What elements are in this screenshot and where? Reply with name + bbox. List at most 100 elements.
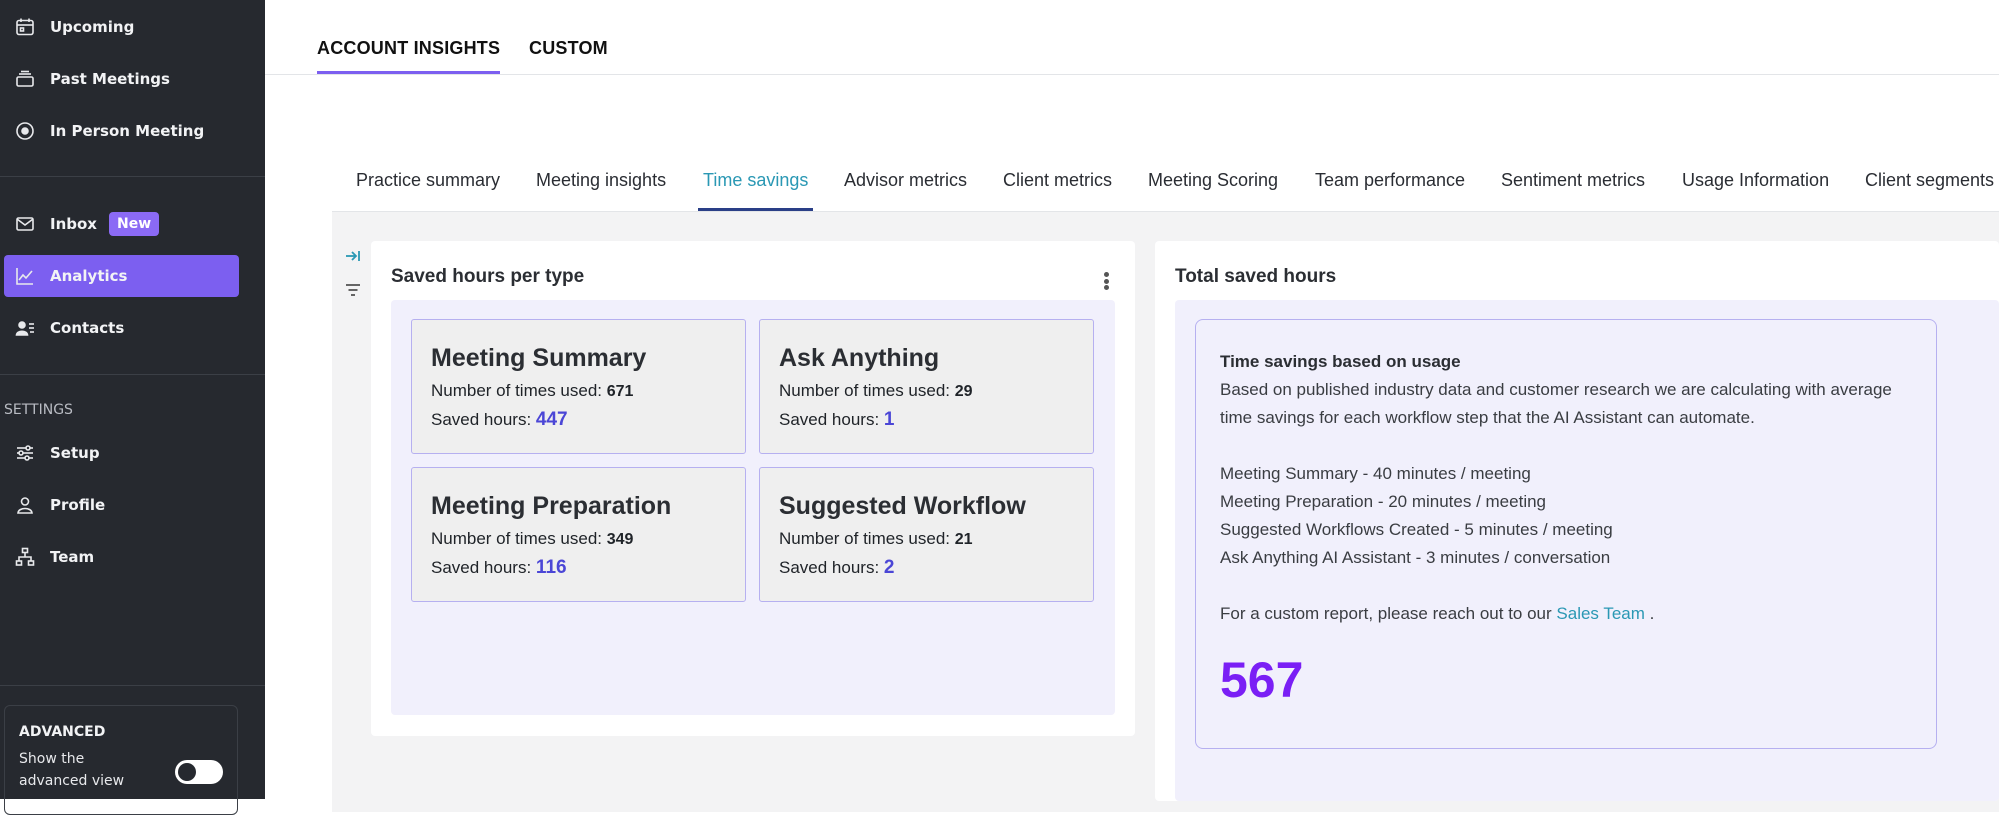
- tab-team-performance[interactable]: Team performance: [1315, 170, 1465, 191]
- sidebar-item-label: Upcoming: [50, 18, 135, 36]
- saved-hours-card: Ask Anything Number of times used: 29 Sa…: [759, 319, 1094, 454]
- advanced-view-toggle[interactable]: [175, 760, 223, 784]
- times-used-value: 671: [606, 383, 634, 400]
- tab-time-savings[interactable]: Time savings: [697, 170, 814, 211]
- saved-hours-row: Saved hours: 2: [779, 557, 1074, 579]
- saved-hours-row: Saved hours: 116: [431, 557, 726, 579]
- expand-panel-icon[interactable]: [343, 246, 363, 266]
- saved-hours-grid: Meeting Summary Number of times used: 67…: [391, 300, 1115, 715]
- card-title: Ask Anything: [779, 344, 940, 372]
- sidebar-item-label: Team: [50, 548, 95, 566]
- sidebar-item-upcoming[interactable]: Upcoming: [4, 6, 239, 48]
- org-chart-icon: [14, 546, 36, 568]
- saved-hours-label: Saved hours:: [431, 558, 532, 577]
- times-used-row: Number of times used: 29: [779, 381, 1074, 401]
- sidebar-divider: [0, 685, 265, 686]
- rate-line: Meeting Preparation - 20 minutes / meeti…: [1220, 492, 1547, 511]
- sidebar-item-label: Setup: [50, 444, 100, 462]
- time-savings-info: Time savings based on usage Based on pub…: [1195, 319, 1937, 749]
- times-used-row: Number of times used: 349: [431, 529, 726, 549]
- tab-client-metrics[interactable]: Client metrics: [1003, 170, 1112, 191]
- sidebar-item-label: Inbox: [50, 215, 97, 233]
- saved-hours-row: Saved hours: 1: [779, 409, 1074, 431]
- sidebar-item-setup[interactable]: Setup: [4, 432, 239, 474]
- times-used-value: 21: [954, 531, 973, 548]
- panel-title: Saved hours per type: [391, 266, 585, 287]
- record-icon: [14, 120, 36, 142]
- saved-hours-panel: Saved hours per type Meeting Summary Num…: [371, 241, 1135, 736]
- rate-line: Meeting Summary - 40 minutes / meeting: [1220, 464, 1531, 483]
- contact-line: For a custom report, please reach out to…: [1220, 600, 1912, 628]
- times-used-row: Number of times used: 671: [431, 381, 726, 401]
- main-content: ACCOUNT INSIGHTS CUSTOM Practice summary…: [265, 0, 1999, 812]
- times-used-value: 349: [606, 531, 634, 548]
- times-used-label: Number of times used:: [779, 529, 951, 548]
- rate-line: Ask Anything AI Assistant - 3 minutes / …: [1220, 548, 1611, 567]
- tab-client-segments[interactable]: Client segments: [1865, 170, 1994, 191]
- tab-meeting-scoring[interactable]: Meeting Scoring: [1148, 170, 1278, 191]
- saved-hours-card: Meeting Summary Number of times used: 67…: [411, 319, 746, 454]
- times-used-label: Number of times used:: [779, 381, 951, 400]
- sidebar-item-profile[interactable]: Profile: [4, 484, 239, 526]
- sales-team-link[interactable]: Sales Team: [1556, 604, 1645, 623]
- sidebar-item-in-person-meeting[interactable]: In Person Meeting: [4, 110, 239, 152]
- advanced-title: ADVANCED: [19, 724, 106, 740]
- saved-hours-row: Saved hours: 447: [431, 409, 726, 431]
- times-used-label: Number of times used:: [431, 381, 603, 400]
- card-title: Meeting Preparation: [431, 492, 672, 520]
- user-icon: [14, 494, 36, 516]
- sidebar-item-analytics[interactable]: Analytics: [4, 255, 239, 297]
- tab-practice-summary[interactable]: Practice summary: [356, 170, 500, 191]
- analytics-sub-tabs: Practice summary Meeting insights Time s…: [332, 150, 1999, 212]
- toggle-knob: [178, 763, 196, 781]
- top-tabs: ACCOUNT INSIGHTS CUSTOM: [265, 0, 1999, 75]
- info-heading: Time savings based on usage: [1220, 352, 1461, 371]
- contacts-icon: [14, 317, 36, 339]
- mail-icon: [14, 213, 36, 235]
- filter-icon[interactable]: [343, 280, 363, 300]
- tab-custom[interactable]: CUSTOM: [529, 38, 608, 59]
- info-description: Based on published industry data and cus…: [1220, 380, 1892, 427]
- sidebar-item-label: Past Meetings: [50, 70, 170, 88]
- panel-title: Total saved hours: [1175, 266, 1337, 287]
- sidebar-item-contacts[interactable]: Contacts: [4, 307, 239, 349]
- saved-hours-label: Saved hours:: [779, 410, 880, 429]
- card-title: Suggested Workflow: [779, 492, 1026, 520]
- sidebar-item-label: Contacts: [50, 319, 125, 337]
- calendar-icon: [14, 16, 36, 38]
- sidebar-divider: [0, 176, 265, 177]
- times-used-value: 29: [954, 383, 973, 400]
- times-used-label: Number of times used:: [431, 529, 603, 548]
- tab-meeting-insights[interactable]: Meeting insights: [536, 170, 666, 191]
- rate-line: Suggested Workflows Created - 5 minutes …: [1220, 520, 1613, 539]
- saved-hours-value: 116: [535, 557, 567, 578]
- sidebar-item-team[interactable]: Team: [4, 536, 239, 578]
- tab-account-insights[interactable]: ACCOUNT INSIGHTS: [317, 38, 501, 74]
- settings-section-label: SETTINGS: [4, 402, 73, 418]
- sidebar: Upcoming Past Meetings In Person Meeting…: [0, 0, 265, 815]
- contact-suffix: .: [1649, 604, 1655, 623]
- contact-prefix: For a custom report, please reach out to…: [1220, 604, 1552, 623]
- saved-hours-card: Suggested Workflow Number of times used:…: [759, 467, 1094, 602]
- saved-hours-label: Saved hours:: [779, 558, 880, 577]
- tab-sentiment-metrics[interactable]: Sentiment metrics: [1501, 170, 1645, 191]
- chart-line-icon: [14, 265, 36, 287]
- saved-hours-label: Saved hours:: [431, 410, 532, 429]
- saved-hours-value: 2: [883, 557, 895, 578]
- tab-advisor-metrics[interactable]: Advisor metrics: [844, 170, 967, 191]
- more-options-icon[interactable]: [1101, 269, 1111, 293]
- times-used-row: Number of times used: 21: [779, 529, 1074, 549]
- total-saved-hours-value: 567: [1220, 652, 1304, 708]
- total-saved-hours-body: Time savings based on usage Based on pub…: [1175, 300, 1999, 801]
- total-saved-hours-panel: Total saved hours Time savings based on …: [1155, 241, 1999, 801]
- sidebar-item-label: Analytics: [50, 267, 128, 285]
- sidebar-item-inbox[interactable]: Inbox New: [4, 203, 239, 245]
- new-badge: New: [108, 212, 160, 236]
- sliders-icon: [14, 442, 36, 464]
- sidebar-item-past-meetings[interactable]: Past Meetings: [4, 58, 239, 100]
- sidebar-divider: [0, 374, 265, 375]
- saved-hours-card: Meeting Preparation Number of times used…: [411, 467, 746, 602]
- tab-usage-information[interactable]: Usage Information: [1682, 170, 1829, 191]
- sidebar-item-label: In Person Meeting: [50, 122, 205, 140]
- saved-hours-value: 447: [535, 409, 568, 430]
